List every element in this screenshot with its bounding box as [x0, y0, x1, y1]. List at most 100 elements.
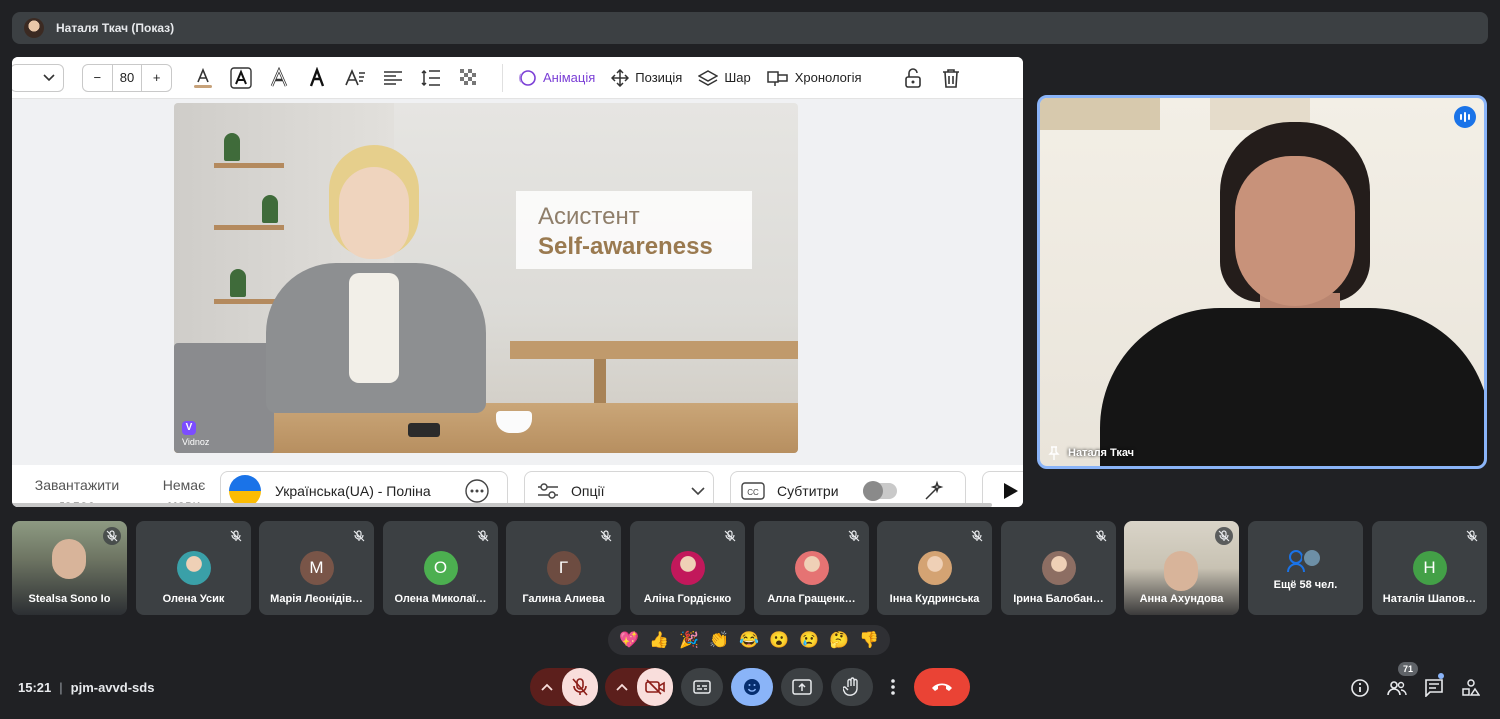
participant-tile[interactable]: Ірина Балобан… — [1001, 521, 1116, 615]
animation-button[interactable]: Анімація — [517, 69, 595, 87]
reaction-emoji[interactable]: 😂 — [739, 630, 759, 650]
transparency-icon[interactable] — [450, 64, 488, 92]
participant-name: Аліна Гордієнко — [643, 593, 732, 605]
participant-name: Галина Алиева — [522, 593, 605, 605]
align-left-icon[interactable] — [374, 64, 412, 92]
participant-avatar — [670, 551, 705, 585]
reactions-button[interactable] — [731, 668, 773, 706]
position-button[interactable]: Позиція — [611, 68, 682, 87]
voice-select[interactable]: Українська(UA) - Поліна — [220, 471, 508, 507]
avatar-presenter-shirt — [349, 273, 399, 383]
people-count-badge: 71 — [1398, 662, 1418, 676]
layer-button[interactable]: Шар — [698, 69, 751, 87]
layer-label: Шар — [724, 70, 751, 85]
chevron-up-icon[interactable] — [616, 683, 628, 691]
reaction-emoji[interactable]: 💖 — [619, 630, 639, 650]
participant-tile[interactable]: Інна Кудринська — [877, 521, 992, 615]
chevron-up-icon[interactable] — [541, 683, 553, 691]
participant-name: Наталія Шапов… — [1382, 593, 1477, 605]
participant-name: Інна Кудринська — [889, 593, 980, 605]
font-size-value[interactable]: 80 — [111, 64, 143, 91]
reaction-emoji[interactable]: 🎉 — [679, 630, 699, 650]
slide-cup — [496, 411, 532, 433]
chevron-down-icon — [690, 486, 705, 495]
present-screen-button[interactable] — [781, 668, 823, 706]
microphone-off-icon — [845, 527, 863, 545]
raise-hand-button[interactable] — [831, 668, 873, 706]
mute-microphone-button[interactable] — [562, 668, 598, 706]
play-button[interactable] — [982, 471, 1023, 507]
font-select[interactable] — [12, 63, 64, 92]
participant-face — [52, 539, 86, 579]
reaction-emoji[interactable]: 👍 — [649, 630, 669, 650]
reaction-emoji[interactable]: 👏 — [709, 630, 729, 650]
slide-title-card[interactable]: Асистент Self-awareness — [516, 191, 752, 269]
meeting-info: 15:21 | pjm-avvd-sds — [18, 680, 154, 695]
participant-tile[interactable]: Аліна Гордієнко — [630, 521, 745, 615]
line-spacing-icon[interactable] — [412, 64, 450, 92]
timeline-button[interactable]: Хронологія — [766, 69, 862, 87]
text-shadow-icon[interactable] — [298, 64, 336, 92]
reaction-emoji[interactable]: 🤔 — [829, 630, 849, 650]
text-color-icon[interactable] — [184, 64, 222, 92]
participant-name: Ірина Балобан… — [1013, 593, 1104, 605]
unlock-icon[interactable] — [894, 64, 932, 92]
chat-notification-dot — [1438, 673, 1444, 679]
slide-plant — [230, 269, 246, 297]
speaker-tile[interactable]: Наталя Ткач — [1037, 95, 1487, 469]
participant-tile[interactable]: Ещё 58 чел. — [1248, 521, 1363, 615]
slide-plant — [262, 195, 278, 223]
magic-wand-icon[interactable] — [923, 480, 945, 502]
font-size-stepper[interactable]: − 80 + — [82, 63, 172, 92]
reaction-emoji[interactable]: 😮 — [769, 630, 789, 650]
text-style-icon[interactable] — [336, 64, 374, 92]
slide-preview[interactable]: Асистент Self-awareness V Vidnoz — [174, 103, 798, 453]
participant-strip: Stealsa Sono Io Олена Усик М Марія Леонідів… — [12, 521, 1488, 615]
participant-name: Ещё 58 чел. — [1273, 579, 1338, 591]
more-options-icon[interactable] — [464, 479, 489, 503]
activities-icon — [1462, 679, 1480, 696]
camera-off-button[interactable] — [637, 668, 673, 706]
participant-tile[interactable]: М Марія Леонідів… — [259, 521, 374, 615]
meeting-details-button[interactable] — [1348, 676, 1372, 700]
participant-name: Олена Усик — [162, 593, 225, 605]
captions-button[interactable] — [681, 668, 723, 706]
text-background-icon[interactable] — [222, 64, 260, 92]
participant-name: Анна Ахундова — [1139, 593, 1224, 605]
participant-tile[interactable]: Н Наталія Шапов… — [1372, 521, 1487, 615]
options-select[interactable]: Опції — [524, 471, 714, 507]
toolbar-divider — [502, 63, 503, 92]
participant-tile[interactable]: Г Галина Алиева — [506, 521, 621, 615]
participant-tile[interactable]: Stealsa Sono Io — [12, 521, 127, 615]
increase-size-button[interactable]: + — [142, 70, 171, 85]
svg-text:CC: CC — [747, 488, 759, 497]
voice-controls: Завантажити голос Немає мови Українська(… — [12, 465, 1023, 507]
text-outline-icon[interactable] — [260, 64, 298, 92]
slide-title-line2: Self-awareness — [538, 233, 713, 260]
more-options-button[interactable] — [881, 668, 905, 706]
reaction-emoji[interactable]: 😢 — [799, 630, 819, 650]
vidnoz-logo: V Vidnoz — [182, 421, 210, 447]
activities-button[interactable] — [1459, 676, 1483, 700]
upload-voice-button[interactable]: Завантажити голос — [24, 465, 130, 507]
participant-tile[interactable]: О Олена Миколаї… — [383, 521, 498, 615]
avatar-presenter-head — [339, 167, 409, 259]
speaker-name: Наталя Ткач — [1068, 447, 1135, 459]
people-button[interactable] — [1385, 676, 1409, 700]
delete-icon[interactable] — [932, 64, 970, 92]
decrease-size-button[interactable]: − — [83, 70, 112, 85]
participant-tile[interactable]: Анна Ахундова — [1124, 521, 1239, 615]
participant-avatar — [917, 551, 952, 585]
participant-tile[interactable]: Олена Усик — [136, 521, 251, 615]
microphone-off-icon — [350, 527, 368, 545]
microphone-off-icon — [572, 678, 588, 696]
horizontal-scrollbar[interactable] — [12, 503, 992, 507]
microphone-off-icon — [474, 527, 492, 545]
microphone-off-icon — [1215, 527, 1233, 545]
presenter-bar: Наталя Ткач (Показ) — [12, 12, 1488, 44]
chat-button[interactable] — [1422, 676, 1446, 700]
reaction-emoji[interactable]: 👎 — [859, 630, 879, 650]
subtitles-toggle[interactable] — [862, 481, 897, 501]
participant-tile[interactable]: Алла Гращенк… — [754, 521, 869, 615]
leave-call-button[interactable] — [914, 668, 970, 706]
